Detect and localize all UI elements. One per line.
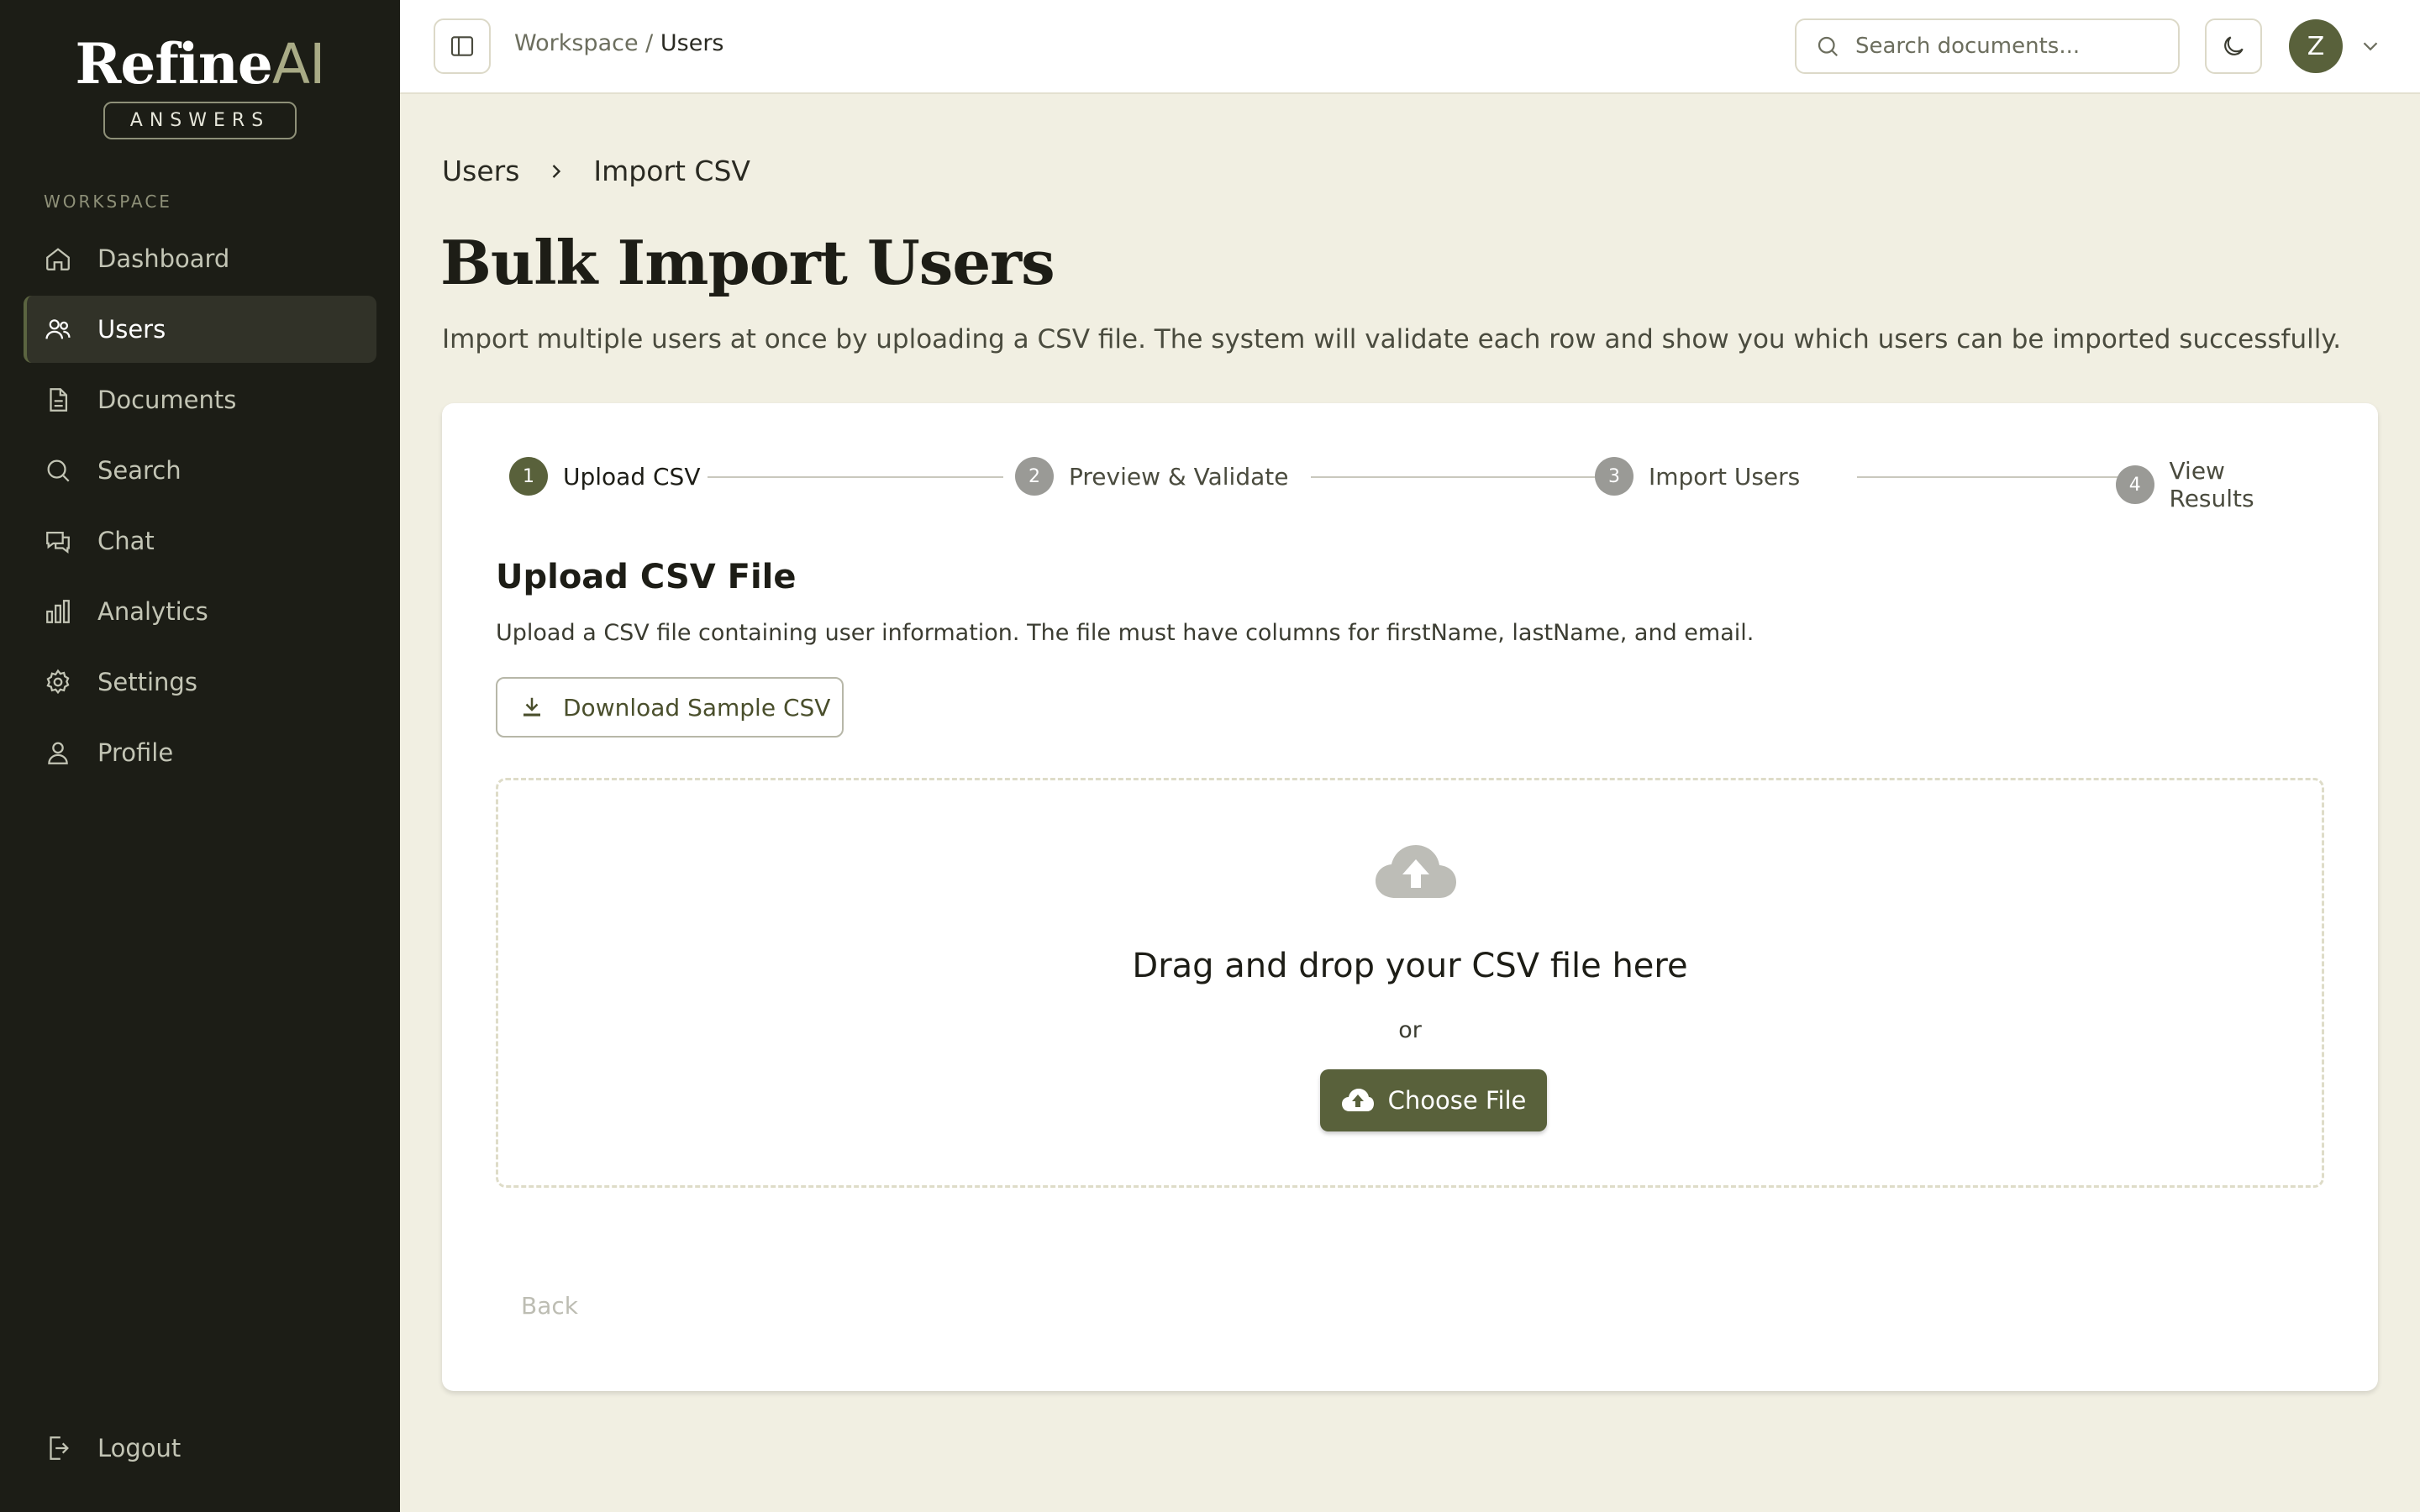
logout-icon <box>50 1436 69 1460</box>
step-label: Preview & Validate <box>1069 462 1289 491</box>
step-connector <box>708 476 1003 478</box>
logout-label: Logout <box>97 1434 182 1462</box>
sidebar-panel-icon <box>450 36 474 56</box>
choose-file-label: Choose File <box>1387 1086 1527 1115</box>
download-sample-button[interactable]: Download Sample CSV <box>496 677 844 738</box>
sidebar-item-chat[interactable]: Chat <box>24 507 376 575</box>
sidebar-item-settings[interactable]: Settings <box>24 648 376 716</box>
breadcrumb-workspace[interactable]: Workspace <box>514 30 639 56</box>
crumb-current: Import CSV <box>593 155 750 187</box>
step-label: Import Users <box>1649 462 1801 491</box>
crumb-users-link[interactable]: Users <box>442 155 519 187</box>
step-number: 4 <box>2116 465 2154 504</box>
sidebar-item-dashboard[interactable]: Dashboard <box>24 225 376 292</box>
sidebar-item-documents[interactable]: Documents <box>24 366 376 433</box>
sidebar-nav: Dashboard Users Documents Search Chat An… <box>24 225 376 790</box>
upload-section-description: Upload a CSV file containing user inform… <box>496 620 1754 646</box>
step-connector <box>1857 476 2148 478</box>
page-title: Bulk Import Users <box>440 227 1055 298</box>
sidebar-item-label: Users <box>97 315 166 344</box>
bar-chart-icon <box>46 600 70 623</box>
page-description: Import multiple users at once by uploadi… <box>442 324 2342 354</box>
sidebar-item-label: Profile <box>97 738 174 767</box>
sidebar-section-label: WORKSPACE <box>44 192 172 212</box>
sidebar-item-label: Settings <box>97 668 197 696</box>
step-upload-csv: 1 Upload CSV <box>509 457 701 496</box>
cloud-upload-icon <box>1376 845 1456 898</box>
sidebar-item-label: Search <box>97 456 182 485</box>
step-number: 1 <box>509 457 548 496</box>
header-breadcrumb: Workspace / Users <box>514 30 723 56</box>
chevron-right-icon <box>553 164 561 178</box>
step-label: View Results <box>2169 457 2254 512</box>
step-preview-validate: 2 Preview & Validate <box>1015 457 1288 496</box>
theme-toggle-button[interactable] <box>2205 18 2262 74</box>
step-view-results: 4 View Results <box>2116 457 2316 512</box>
sidebar-item-profile[interactable]: Profile <box>24 719 376 786</box>
home-icon <box>46 248 70 270</box>
search-input[interactable] <box>1855 34 2158 59</box>
sidebar-logout: Logout <box>24 1415 376 1485</box>
download-sample-label: Download Sample CSV <box>563 693 831 722</box>
step-connector <box>1311 476 1608 478</box>
sidebar-item-users[interactable]: Users <box>24 296 376 363</box>
dropzone-title: Drag and drop your CSV file here <box>1132 947 1688 985</box>
sidebar-item-search[interactable]: Search <box>24 437 376 504</box>
page-breadcrumb: Users Import CSV <box>442 155 750 187</box>
search-box <box>1795 18 2180 74</box>
search-icon <box>47 459 70 482</box>
toggle-sidebar-button[interactable] <box>434 18 491 74</box>
gear-icon <box>46 669 70 695</box>
breadcrumb-current: Users <box>660 30 724 56</box>
step-import-users: 3 Import Users <box>1595 457 1800 496</box>
download-icon <box>523 697 540 717</box>
import-stepper: 1 Upload CSV 2 Preview & Validate 3 Impo… <box>509 457 2316 512</box>
breadcrumb-separator: / <box>645 30 654 56</box>
sidebar-item-label: Chat <box>97 527 155 555</box>
import-card: 1 Upload CSV 2 Preview & Validate 3 Impo… <box>442 403 2378 1391</box>
user-icon <box>48 742 68 764</box>
sidebar-item-label: Documents <box>97 386 237 414</box>
sidebar: RefineAI ANSWERS WORKSPACE Dashboard Use… <box>0 0 400 1512</box>
step-number: 3 <box>1595 457 1634 496</box>
sidebar-item-label: Analytics <box>97 597 208 626</box>
sidebar-item-analytics[interactable]: Analytics <box>24 578 376 645</box>
choose-file-button[interactable]: Choose File <box>1320 1069 1547 1131</box>
dropzone-or: or <box>1398 1017 1422 1043</box>
chevron-down-icon[interactable] <box>2358 34 2383 59</box>
step-label: Upload CSV <box>563 462 701 491</box>
users-icon <box>45 319 71 339</box>
chat-icon <box>46 531 70 554</box>
avatar[interactable]: Z <box>2289 19 2343 73</box>
file-dropzone[interactable]: Drag and drop your CSV file here or Choo… <box>496 778 2324 1188</box>
moon-icon <box>2224 36 2244 55</box>
cloud-upload-icon <box>1341 1089 1374 1111</box>
top-bar: Workspace / Users Z <box>400 0 2420 94</box>
logo: RefineAI ANSWERS <box>0 32 400 139</box>
document-icon <box>50 388 68 412</box>
upload-section-title: Upload CSV File <box>496 558 797 596</box>
step-number: 2 <box>1015 457 1054 496</box>
logout-button[interactable]: Logout <box>24 1415 376 1482</box>
logo-wordmark: RefineAI <box>75 31 326 97</box>
sidebar-item-label: Dashboard <box>97 244 230 273</box>
back-button[interactable]: Back <box>521 1292 578 1320</box>
search-icon <box>1818 36 1839 57</box>
logo-tag: ANSWERS <box>103 102 297 139</box>
